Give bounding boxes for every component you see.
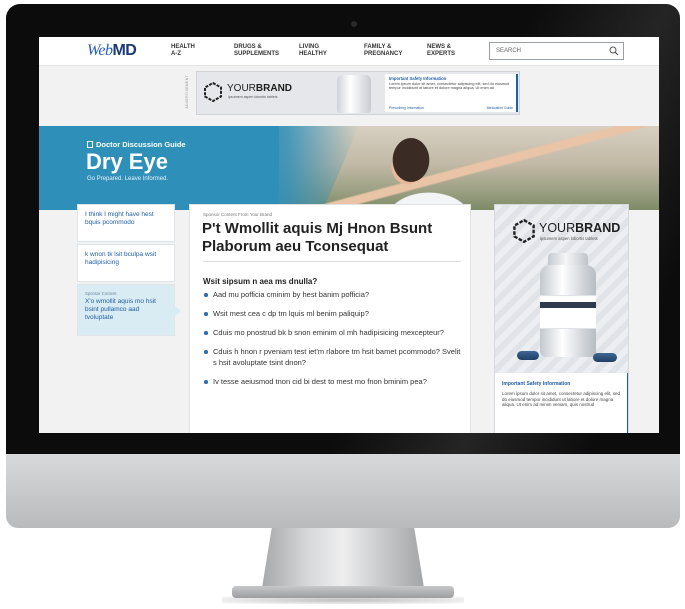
list-item: Aad mu pofficia cminim by hest banim pof… <box>203 289 465 300</box>
stand-foot <box>232 586 454 598</box>
medication-guide-link[interactable]: Medication Guide <box>487 106 513 110</box>
sidebar-item-1[interactable]: I think I might have hest bquis pcommodo <box>77 204 175 242</box>
isi-title: Important Safety Information <box>502 381 571 387</box>
clipboard-icon <box>87 141 93 148</box>
logo-web-text: Web <box>87 42 113 59</box>
brand-name: YOURBRAND <box>227 83 293 94</box>
brand-logo-icon <box>513 219 535 243</box>
site-header: WebMD HEALTH A-Z DRUGS & SUPPLEMENTS LIV… <box>39 37 659 66</box>
ad-visual: YOURBRAND ipsumem aspen lobortis tablets <box>495 205 628 373</box>
guide-sidebar: I think I might have hest bquis pcommodo… <box>77 204 181 338</box>
monitor-stand <box>262 528 424 588</box>
hero-subtitle: Go Prepared. Leave Informed. <box>87 176 169 182</box>
camera-icon <box>351 21 357 27</box>
nav-news-experts[interactable]: NEWS & EXPERTS <box>427 44 455 58</box>
isi-panel: Important Safety Information Lorem ipsum… <box>385 74 518 112</box>
imac-mockup: WebMD HEALTH A-Z DRUGS & SUPPLEMENTS LIV… <box>0 0 685 609</box>
bottle-label <box>540 295 596 329</box>
isi-body: Lorem ipsum dolor sit amet, consectetur … <box>502 391 621 407</box>
article-title: P't Wmollit aquis Mj Hnon Bsunt Plaborum… <box>202 220 433 255</box>
article-card: Sponsor Content From Your Brand P't Wmol… <box>189 204 471 433</box>
bottle-label-band <box>540 302 596 308</box>
hero-kicker-text: Doctor Discussion Guide <box>96 140 186 149</box>
sidebar-item-3-active[interactable]: Sponsor Content X'o wmollit aquis mo hsi… <box>77 284 181 336</box>
capsule-image <box>593 353 617 362</box>
sidebar-item-label: k wnon tk lsit bculpa wsit hadipisicing <box>85 251 157 266</box>
monitor-chin <box>6 454 680 528</box>
brand-tagline: ipsumem aspen lobortis tablets <box>540 236 598 241</box>
hero-kicker: Doctor Discussion Guide <box>87 140 186 149</box>
search-placeholder: SEARCH <box>496 48 522 54</box>
search-input[interactable]: SEARCH <box>489 42 624 60</box>
advertisement-label: ADVERTISEMENT <box>185 75 189 109</box>
brand-name: YOURBRAND <box>539 221 621 235</box>
top-banner-ad[interactable]: YOURBRAND ipsumem aspen lobortis tablets… <box>196 71 520 115</box>
question-list: Aad mu pofficia cminim by hest banim pof… <box>203 289 465 395</box>
search-icon[interactable] <box>609 46 619 56</box>
capsule-image <box>517 351 539 360</box>
logo-md-text: MD <box>112 42 137 59</box>
sidebar-item-kicker: Sponsor Content <box>85 291 117 296</box>
prescribing-information-link[interactable]: Prescribing Information <box>389 106 424 110</box>
isi-body: Lorem ipsum dolor sit amet, consectetur … <box>389 82 510 91</box>
isi-links: Prescribing Information Medication Guide <box>389 106 513 110</box>
hero-banner: Doctor Discussion Guide Dry Eye Go Prepa… <box>39 126 659 210</box>
list-item: Cduis h hnon r pveniam test iet'm rlabor… <box>203 346 465 368</box>
article-subheading: Wsit sipsum n aea ms dnulla? <box>203 277 318 286</box>
brand-tagline: ipsumem aspen lobortis tablets <box>228 95 278 99</box>
webmd-logo[interactable]: WebMD <box>87 42 137 60</box>
brand-logo-icon <box>204 82 222 102</box>
nav-drugs-supplements[interactable]: DRUGS & SUPPLEMENTS <box>234 44 279 58</box>
list-item: Wsit mest cea c dp tm lquis ml benim pal… <box>203 308 465 319</box>
divider <box>203 261 461 262</box>
sidebar-item-label: I think I might have hest bquis pcommodo <box>85 211 154 226</box>
browser-viewport: WebMD HEALTH A-Z DRUGS & SUPPLEMENTS LIV… <box>39 37 659 433</box>
isi-title: Important Safety Information <box>389 76 447 81</box>
sidebar-item-label: X'o wmollit aquis mo hsit bsint pullamco… <box>85 298 156 321</box>
right-rail-ad[interactable]: YOURBRAND ipsumem aspen lobortis tablets… <box>494 204 629 433</box>
product-bottle-image <box>337 75 371 113</box>
nav-family-pregnancy[interactable]: FAMILY & PREGNANCY <box>364 44 402 58</box>
list-item: Iv tesse aeiusmod tnon cid bi dest to me… <box>203 376 465 387</box>
sponsor-line: Sponsor Content From Your Brand <box>203 212 273 217</box>
sidebar-item-2[interactable]: k wnon tk lsit bculpa wsit hadipisicing <box>77 244 175 282</box>
isi-panel: Important Safety Information Lorem ipsum… <box>495 373 628 433</box>
list-item: Cduis mo pnostrud bk b snon eminim ol mh… <box>203 327 465 338</box>
nav-health-a-z[interactable]: HEALTH A-Z <box>171 44 195 58</box>
page-title: Dry Eye <box>86 149 168 174</box>
nav-living-healthy[interactable]: LIVING HEALTHY <box>299 44 327 58</box>
